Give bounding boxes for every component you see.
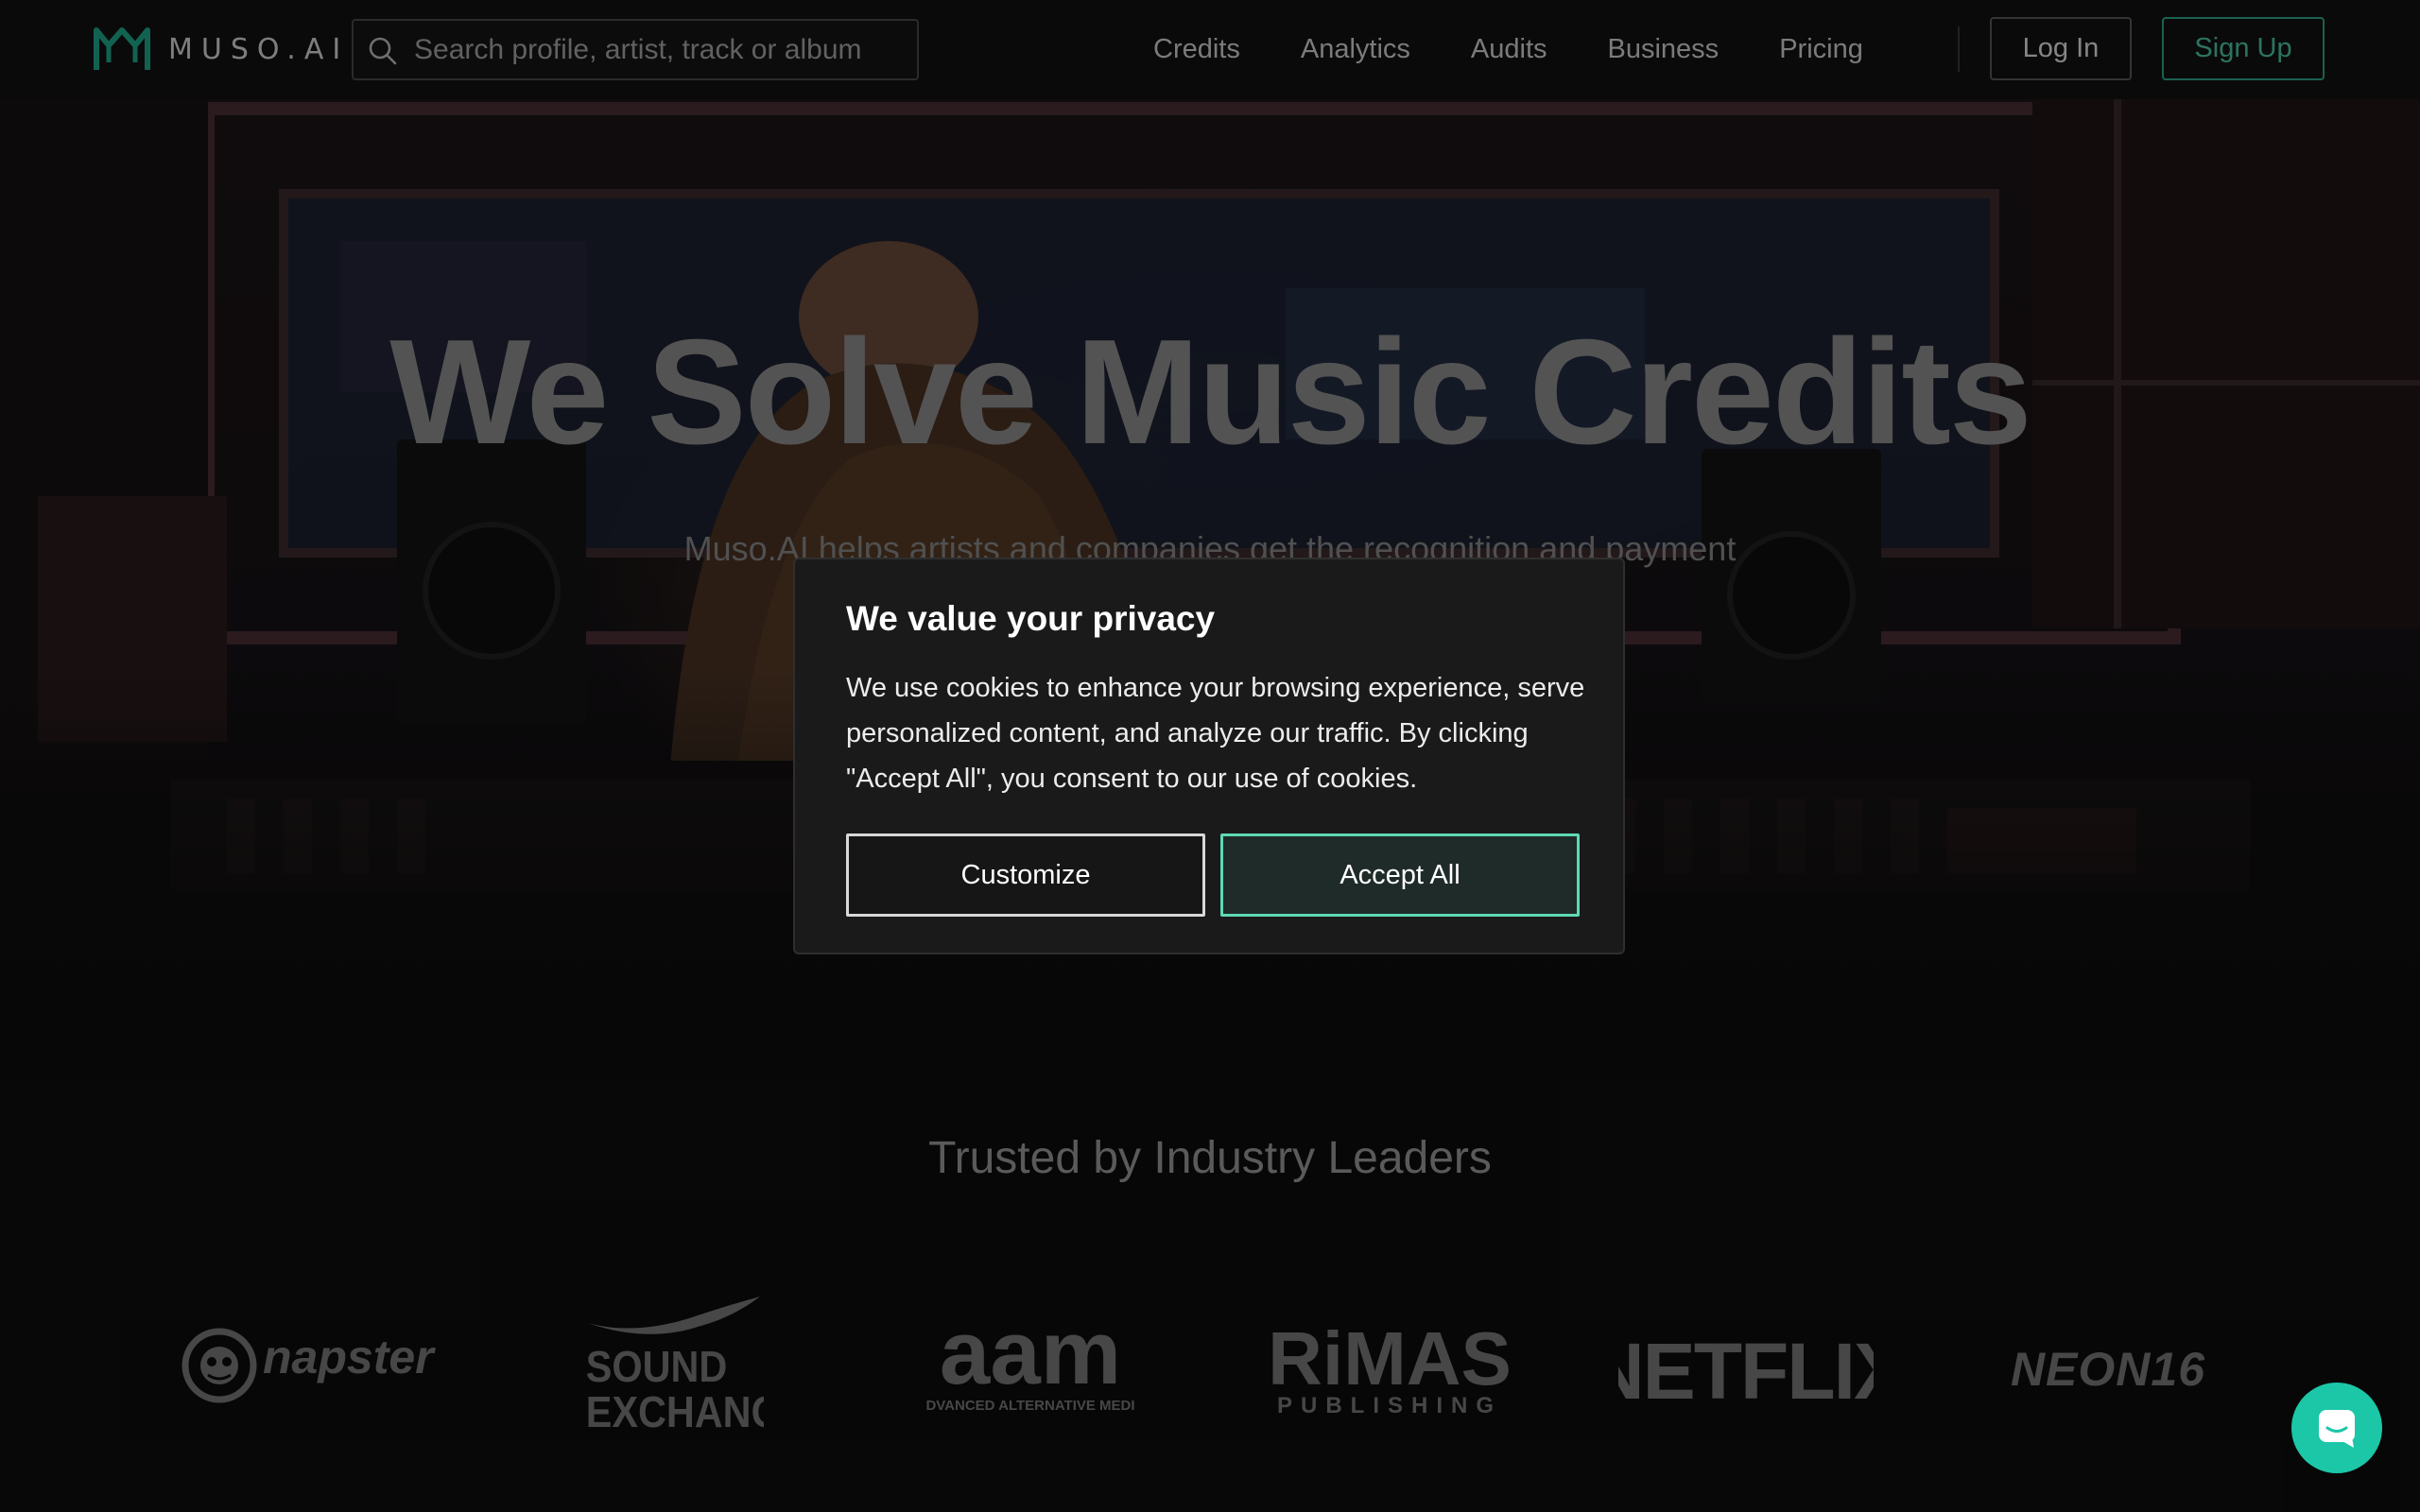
cookie-dialog-body: We use cookies to enhance your browsing … (846, 673, 1585, 794)
cookie-dialog-title: We value your privacy (846, 599, 1216, 638)
cookie-consent-dialog: We value your privacy We use cookies to … (793, 558, 1625, 954)
chat-icon (2319, 1410, 2355, 1448)
accept-all-button[interactable]: Accept All (1220, 833, 1580, 917)
customize-button[interactable]: Customize (846, 833, 1205, 917)
chat-launcher-button[interactable] (2291, 1383, 2382, 1473)
